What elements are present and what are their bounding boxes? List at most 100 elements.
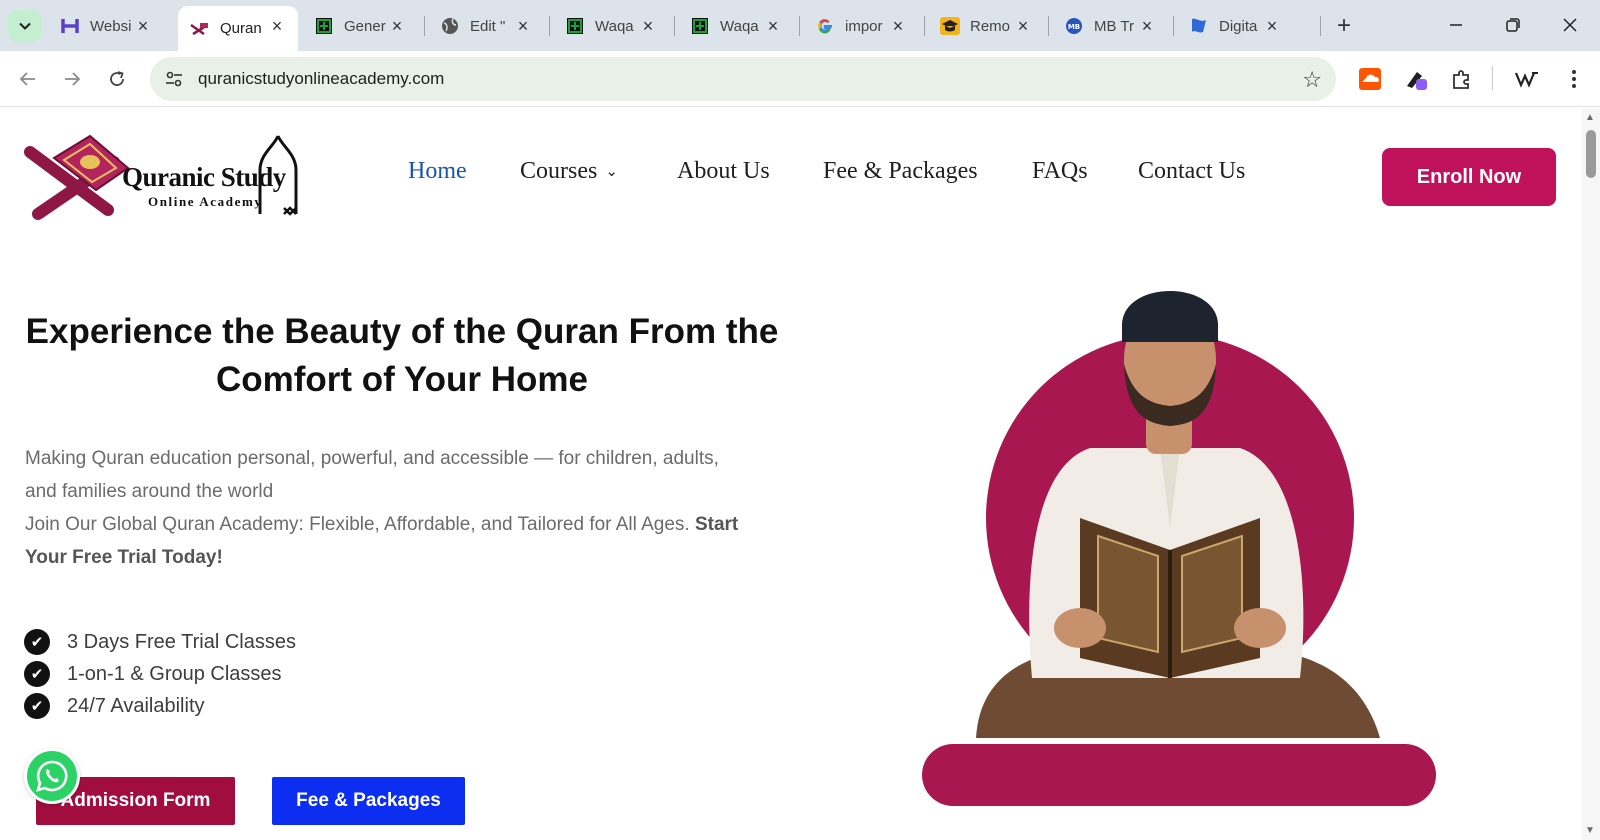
nav-courses[interactable]: Courses ⌄: [520, 158, 618, 185]
tune-icon: [166, 71, 182, 87]
web-page: Quranic Study Online Academy Home Course…: [0, 108, 1582, 840]
tab-close-icon[interactable]: ×: [762, 15, 784, 37]
hero-title: Experience the Beauty of the Quran From …: [24, 308, 780, 404]
back-button[interactable]: [12, 63, 44, 95]
minimize-button[interactable]: [1432, 8, 1480, 42]
check-circle-icon: ✔: [24, 629, 50, 655]
bookmark-star-icon[interactable]: ☆: [1302, 67, 1322, 93]
hero-base-bar: [922, 744, 1436, 806]
tab-divider: [1320, 16, 1321, 36]
tab-divider: [1048, 16, 1049, 36]
browser-tab[interactable]: MB MB Tr ×: [1052, 6, 1168, 46]
menu-kebab-icon[interactable]: [1560, 65, 1588, 93]
tab-close-icon[interactable]: ×: [386, 15, 408, 37]
browser-tab[interactable]: Waqa ×: [553, 6, 669, 46]
check-circle-icon: ✔: [24, 693, 50, 719]
hero-desc-line3: Join Our Global Quran Academy: Flexible,…: [25, 514, 690, 535]
puzzle-extensions-icon[interactable]: [1448, 65, 1476, 93]
tab-close-icon[interactable]: ×: [637, 15, 659, 37]
browser-tab[interactable]: impor ×: [803, 6, 919, 46]
nav-fees[interactable]: Fee & Packages: [823, 158, 978, 185]
whatsapp-chat-button[interactable]: [24, 748, 80, 804]
tab-close-icon[interactable]: ×: [887, 15, 909, 37]
nav-home[interactable]: Home: [408, 158, 467, 185]
tab-close-icon[interactable]: ×: [266, 15, 288, 37]
hero-desc-line1: Making Quran education personal, powerfu…: [25, 448, 719, 469]
green-grid-icon: [314, 16, 334, 36]
site-logo[interactable]: Quranic Study Online Academy: [24, 132, 314, 226]
url-text[interactable]: quranicstudyonlineacademy.com: [198, 69, 444, 89]
tab-close-icon[interactable]: ×: [1261, 15, 1283, 37]
fee-packages-button[interactable]: Fee & Packages: [272, 777, 465, 825]
hero-illustration: [922, 291, 1436, 806]
site-info-button[interactable]: [152, 57, 196, 101]
globe-icon: [440, 16, 460, 36]
chevron-down-icon: ⌄: [605, 162, 618, 180]
arrow-left-icon: [19, 72, 35, 86]
new-tab-button[interactable]: +: [1330, 12, 1358, 40]
feature-label: 24/7 Availability: [67, 694, 205, 717]
restore-button[interactable]: [1489, 8, 1537, 42]
soundcloud-extension-icon[interactable]: [1356, 65, 1384, 93]
browser-tab[interactable]: Websi ×: [48, 6, 164, 46]
mortarboard-icon: [940, 16, 960, 36]
scroll-up-arrow-icon[interactable]: ▲: [1585, 112, 1595, 123]
tab-divider: [924, 16, 925, 36]
restore-icon: [1506, 18, 1520, 32]
tab-title: Gener: [344, 17, 386, 35]
browser-tab[interactable]: Gener ×: [302, 6, 418, 46]
tab-divider: [549, 16, 550, 36]
reload-button[interactable]: [101, 63, 133, 95]
tab-title: Edit ": [470, 17, 506, 35]
feature-list: ✔ 3 Days Free Trial Classes ✔ 1-on-1 & G…: [24, 626, 296, 722]
tab-close-icon[interactable]: ×: [1012, 15, 1034, 37]
tab-divider: [1173, 16, 1174, 36]
browser-toolbar: quranicstudyonlineacademy.com ☆: [0, 51, 1600, 107]
quran-stand-logo-icon: [24, 134, 130, 220]
mb-logo-icon: MB: [1064, 16, 1084, 36]
tab-title: Remo: [970, 17, 1011, 35]
tab-title: impor: [845, 17, 883, 35]
green-grid-icon: [565, 16, 585, 36]
hero-title-line1: Experience the Beauty of the Quran From …: [25, 312, 779, 351]
nav-about[interactable]: About Us: [677, 158, 770, 185]
nav-faqs[interactable]: FAQs: [1032, 158, 1088, 185]
hero-description: Making Quran education personal, powerfu…: [25, 442, 785, 574]
scroll-down-arrow-icon[interactable]: ▼: [1585, 825, 1595, 836]
whatsapp-icon: [36, 760, 68, 792]
pen-extension-icon[interactable]: [1402, 65, 1430, 93]
scrollbar-thumb[interactable]: [1586, 130, 1596, 178]
tab-close-icon[interactable]: ×: [1136, 15, 1158, 37]
tab-title: Digita: [1219, 17, 1258, 35]
browser-tab[interactable]: Remo ×: [928, 6, 1044, 46]
google-icon: [815, 16, 835, 36]
tab-close-icon[interactable]: ×: [132, 15, 154, 37]
browser-tab[interactable]: Digita ×: [1177, 6, 1293, 46]
tab-title: Waqa: [595, 17, 634, 35]
feature-item: ✔ 3 Days Free Trial Classes: [24, 626, 296, 658]
close-window-button[interactable]: [1546, 8, 1594, 42]
flag-icon: [1189, 16, 1209, 36]
nav-contact[interactable]: Contact Us: [1138, 158, 1245, 185]
tab-search-button[interactable]: [8, 10, 42, 42]
forward-button[interactable]: [56, 63, 88, 95]
address-bar[interactable]: quranicstudyonlineacademy.com ☆: [150, 57, 1336, 101]
enroll-now-button[interactable]: Enroll Now: [1382, 148, 1556, 206]
quran-stand-icon: [190, 19, 210, 39]
feature-item: ✔ 1-on-1 & Group Classes: [24, 658, 296, 690]
browser-tab[interactable]: Edit " ×: [428, 6, 544, 46]
tab-divider: [674, 16, 675, 36]
tab-close-icon[interactable]: ×: [512, 15, 534, 37]
browser-tab[interactable]: Waqa ×: [678, 6, 794, 46]
check-circle-icon: ✔: [24, 661, 50, 687]
wordtune-extension-icon[interactable]: [1513, 65, 1541, 93]
toolbar-divider: [1492, 66, 1493, 90]
browser-tab[interactable]: Quran ×: [178, 6, 298, 51]
tab-title: Quran: [220, 20, 262, 37]
page-scrollbar[interactable]: ▲ ▼: [1582, 108, 1600, 840]
reload-icon: [110, 71, 124, 86]
arrow-right-icon: [65, 72, 81, 86]
hero-title-line2: Comfort of Your Home: [215, 360, 589, 399]
chevron-down-icon: [19, 22, 31, 30]
close-icon: [1563, 18, 1577, 32]
